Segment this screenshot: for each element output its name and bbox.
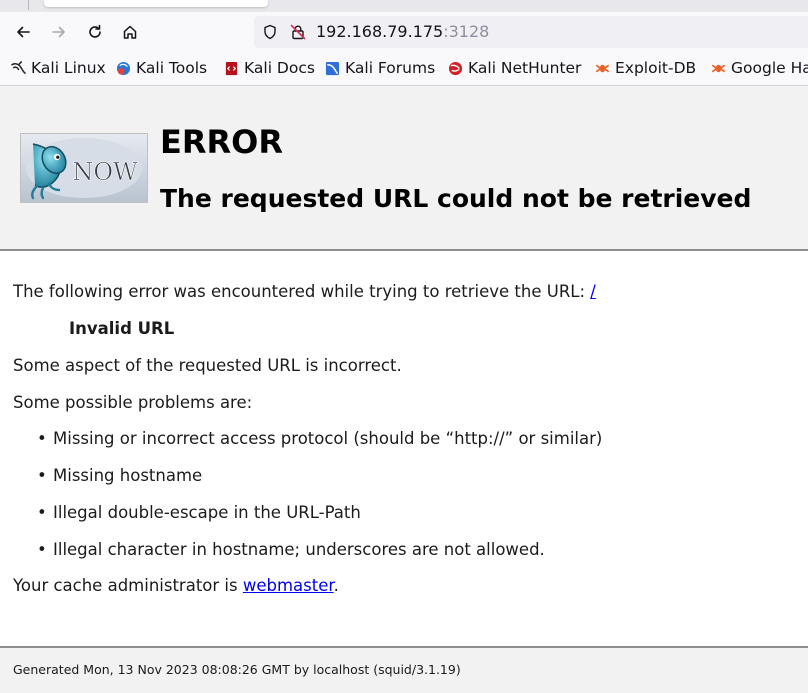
list-item: Missing or incorrect access protocol (sh…: [37, 428, 602, 450]
bookmark-label: Google Ha: [731, 59, 808, 77]
bookmarks-toolbar: Kali Linux Kali Tools Kali Docs Kali For…: [0, 52, 808, 86]
bookmark-label: Kali Tools: [136, 59, 208, 77]
problems-heading: Some possible problems are:: [13, 393, 253, 412]
error-description: Some aspect of the requested URL is inco…: [13, 356, 402, 375]
active-tab[interactable]: [44, 0, 268, 7]
bookmark-kali-tools[interactable]: Kali Tools: [116, 59, 207, 77]
bookmark-label: Kali NetHunter: [468, 59, 582, 77]
bookmark-kali-nethunter[interactable]: Kali NetHunter: [448, 59, 581, 77]
tracking-protection-shield-icon[interactable]: [262, 24, 278, 40]
admin-prefix: Your cache administrator is: [13, 576, 243, 595]
list-item: Illegal character in hostname; underscor…: [37, 539, 545, 561]
bookmark-label: Kali Docs: [244, 59, 315, 77]
tab-strip: [0, 0, 808, 12]
url-host: 192.168.79.175: [316, 22, 444, 41]
requested-url-link[interactable]: /: [590, 282, 596, 301]
squid-icon: NOW: [26, 138, 142, 200]
bookmark-label: Kali Linux: [31, 59, 106, 77]
intro-text: The following error was encountered whil…: [13, 282, 591, 301]
back-button[interactable]: [11, 20, 35, 44]
bookmark-kali-docs[interactable]: Kali Docs: [224, 59, 315, 77]
kali-dragon-icon: [11, 60, 26, 74]
google-hacking-icon: [712, 64, 725, 72]
bookmark-exploit-db[interactable]: Exploit-DB: [595, 59, 696, 77]
bookmark-kali-linux[interactable]: Kali Linux: [11, 59, 106, 77]
squid-logo: NOW: [20, 133, 148, 203]
logo-text: NOW: [72, 158, 138, 186]
home-icon: [123, 25, 137, 39]
kali-tools-icon: [116, 61, 131, 75]
navigation-toolbar: 192.168.79.175:3128: [0, 12, 808, 52]
url-bar[interactable]: 192.168.79.175:3128: [254, 16, 808, 48]
kali-forums-icon: [325, 61, 340, 75]
bookmark-label: Exploit-DB: [615, 59, 697, 77]
tab-divider: [28, 0, 29, 10]
error-title: ERROR: [160, 123, 283, 161]
error-subtitle: The requested URL could not be retrieved: [160, 184, 752, 213]
insecure-lock-icon[interactable]: [290, 24, 306, 40]
forward-button[interactable]: [47, 20, 71, 44]
intro-paragraph: The following error was encountered whil…: [13, 281, 596, 303]
back-arrow-icon: [17, 26, 30, 38]
forward-arrow-icon: [52, 26, 65, 38]
bookmark-label: Kali Forums: [345, 59, 436, 77]
home-button[interactable]: [118, 20, 142, 44]
footer: Generated Mon, 13 Nov 2023 08:08:26 GMT …: [0, 648, 808, 693]
bookmark-kali-forums[interactable]: Kali Forums: [325, 59, 435, 77]
error-code: Invalid URL: [69, 319, 175, 338]
kali-docs-icon: [225, 61, 238, 75]
generated-info: Generated Mon, 13 Nov 2023 08:08:26 GMT …: [13, 662, 461, 677]
kali-nethunter-icon: [448, 61, 463, 75]
reload-button[interactable]: [83, 20, 107, 44]
webmaster-link[interactable]: webmaster: [243, 576, 334, 595]
admin-paragraph: Your cache administrator is webmaster.: [13, 575, 339, 597]
exploit-db-icon: [596, 64, 609, 72]
list-item: Missing hostname: [37, 465, 202, 487]
url-port: :3128: [443, 22, 490, 41]
bookmark-google-hacking[interactable]: Google Ha: [711, 59, 808, 77]
reload-icon: [89, 24, 101, 38]
url-text[interactable]: 192.168.79.175:3128: [316, 22, 489, 41]
admin-suffix: .: [333, 576, 339, 595]
error-header: NOW ERROR The requested URL could not be…: [0, 86, 808, 251]
list-item: Illegal double-escape in the URL-Path: [37, 502, 361, 524]
